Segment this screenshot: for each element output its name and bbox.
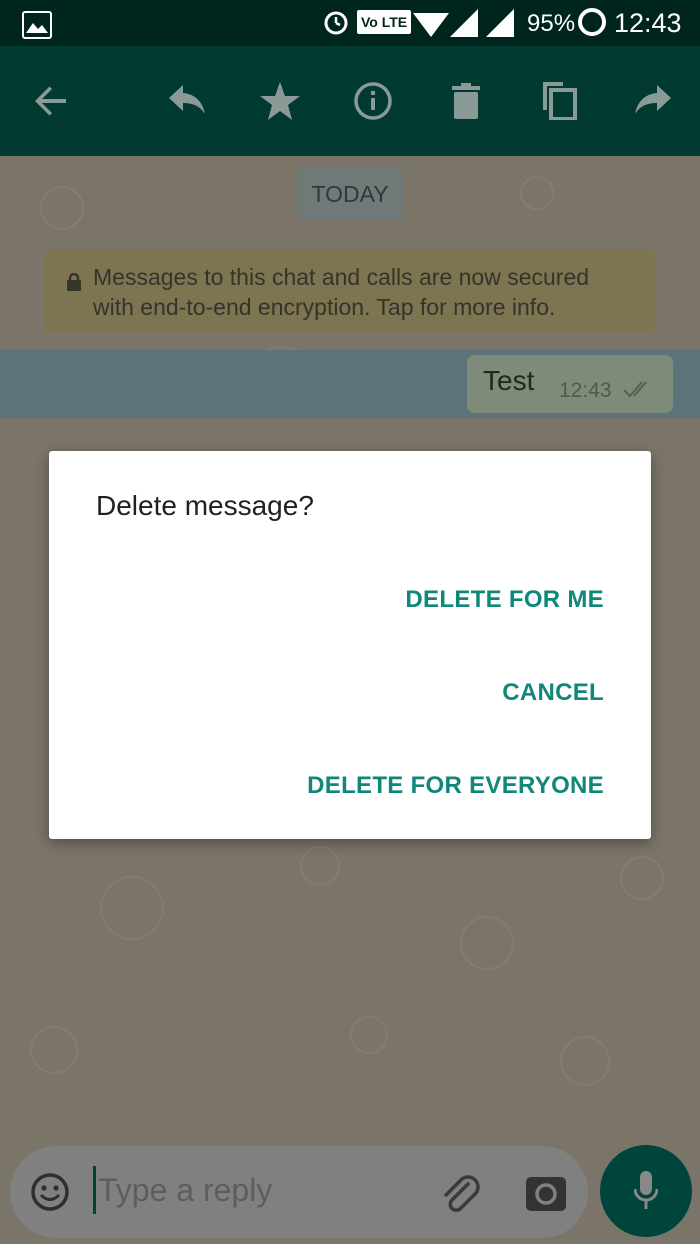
double-check-icon — [623, 379, 653, 399]
reply-icon[interactable] — [159, 73, 215, 129]
delete-for-everyone-button[interactable]: DELETE FOR EVERYONE — [307, 772, 604, 800]
forward-icon[interactable] — [625, 73, 681, 129]
signal-icon-2 — [486, 9, 514, 37]
camera-icon[interactable] — [526, 1173, 566, 1211]
encryption-notice-line2: with end-to-end encryption. Tap for more… — [93, 294, 556, 320]
volte-badge: Vo LTE — [357, 10, 412, 34]
battery-icon — [577, 7, 607, 37]
date-chip: TODAY — [297, 168, 403, 220]
microphone-icon — [633, 1171, 659, 1211]
gallery-notification-icon — [22, 11, 52, 39]
delete-icon[interactable] — [438, 73, 494, 129]
dialog-title: Delete message? — [96, 490, 314, 521]
clock: 12:43 — [614, 8, 682, 38]
back-arrow-icon[interactable] — [23, 73, 79, 129]
cancel-button[interactable]: CANCEL — [502, 679, 604, 707]
star-icon[interactable] — [252, 73, 308, 129]
voice-message-button[interactable] — [600, 1145, 692, 1237]
status-bar: Vo LTE 95% 12:43 — [0, 0, 700, 46]
message-text: Test — [483, 365, 535, 396]
lock-icon — [67, 268, 81, 291]
battery-percent: 95% — [527, 10, 576, 37]
alarm-icon — [322, 8, 350, 36]
encryption-notice[interactable]: Messages to this chat and calls are now … — [43, 249, 656, 333]
wifi-icon — [413, 9, 449, 37]
encryption-notice-line1: Messages to this chat and calls are now … — [93, 264, 590, 290]
message-bubble[interactable]: Test 12:43 — [467, 355, 673, 413]
text-cursor — [93, 1166, 96, 1214]
copy-icon[interactable] — [531, 73, 587, 129]
info-icon[interactable] — [345, 73, 401, 129]
emoji-icon[interactable] — [30, 1172, 70, 1212]
reply-input[interactable]: Type a reply — [98, 1172, 272, 1209]
attach-icon[interactable] — [438, 1170, 482, 1214]
message-time: 12:43 — [559, 379, 612, 402]
signal-icon-1 — [450, 9, 478, 37]
delete-for-me-button[interactable]: DELETE FOR ME — [405, 586, 604, 614]
composer: Type a reply — [10, 1146, 588, 1238]
